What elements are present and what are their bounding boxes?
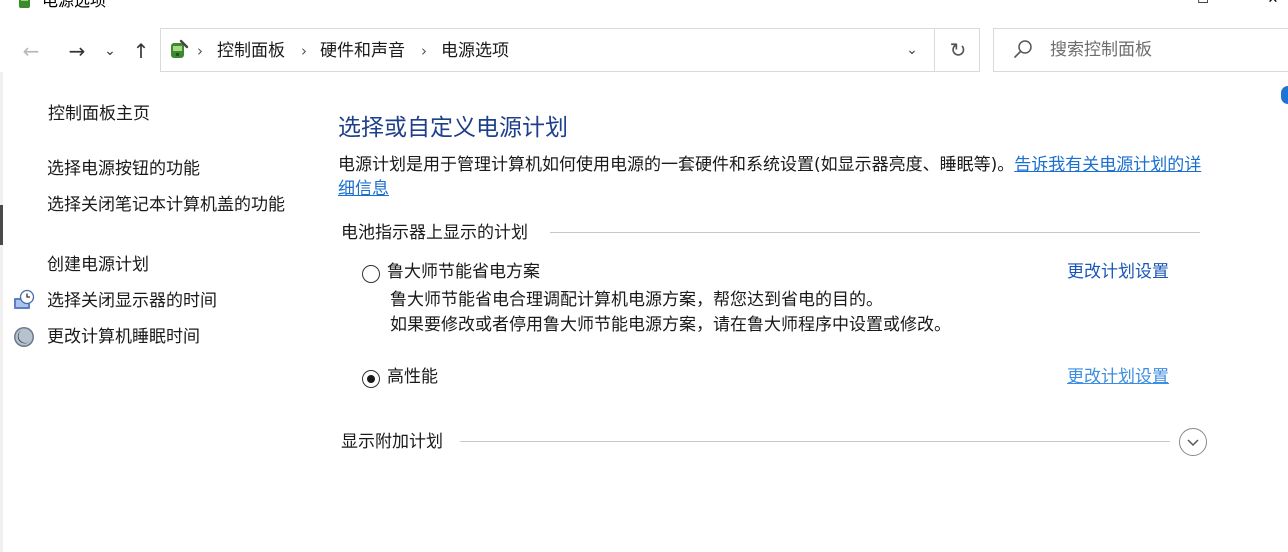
plan-radio-ludashi[interactable]	[362, 265, 380, 283]
sidebar-item-sleep-time[interactable]: 更改计算机睡眠时间	[47, 325, 200, 349]
plan-name-ludashi[interactable]: 鲁大师节能省电方案	[387, 260, 540, 284]
sidebar-item-lid-close[interactable]: 选择关闭笔记本计算机盖的功能	[47, 193, 297, 217]
recent-locations-button[interactable]: ⌄	[98, 36, 122, 66]
moon-icon	[14, 327, 34, 347]
forward-button[interactable]: →	[62, 36, 92, 66]
power-options-icon	[19, 0, 30, 8]
monitor-clock-icon	[14, 289, 35, 309]
breadcrumb-separator: ›	[421, 42, 427, 60]
chevron-down-icon	[1187, 439, 1199, 447]
search-icon	[1014, 40, 1032, 58]
close-button[interactable]: ✕	[1250, 0, 1288, 8]
maximize-button[interactable]: ☐	[1180, 0, 1226, 8]
control-panel-icon	[171, 39, 189, 58]
group-divider	[550, 232, 1200, 233]
title-bar: 电源选项 — ☐ ✕	[0, 0, 1288, 12]
sidebar-home-link[interactable]: 控制面板主页	[48, 102, 150, 126]
window-frame-mark	[0, 205, 3, 245]
change-plan-settings-link[interactable]: 更改计划设置	[1067, 365, 1169, 389]
page-description: 电源计划是用于管理计算机如何使用电源的一套硬件和系统设置(如显示器亮度、睡眠等)…	[338, 153, 1208, 201]
extra-plans-heading[interactable]: 显示附加计划	[341, 430, 453, 454]
plan-description-line: 鲁大师节能省电合理调配计算机电源方案，帮您达到省电的目的。	[390, 290, 883, 310]
breadcrumb-power-options[interactable]: 电源选项	[441, 39, 509, 63]
minimize-button[interactable]: —	[1110, 0, 1156, 8]
sidebar-item-create-plan[interactable]: 创建电源计划	[47, 253, 149, 277]
plan-name-high-performance[interactable]: 高性能	[387, 365, 438, 389]
plan-radio-high-performance[interactable]	[362, 370, 380, 388]
breadcrumb-control-panel[interactable]: 控制面板	[217, 39, 285, 63]
sidebar-item-display-off[interactable]: 选择关闭显示器的时间	[47, 289, 217, 313]
sidebar-item-power-button[interactable]: 选择电源按钮的功能	[47, 157, 200, 181]
breadcrumb-separator: ›	[301, 42, 307, 60]
up-button[interactable]: ↑	[126, 36, 156, 66]
window-frame-edge	[0, 72, 3, 552]
back-button[interactable]: ←	[16, 36, 46, 66]
change-plan-settings-link[interactable]: 更改计划设置	[1067, 260, 1169, 284]
breadcrumb-separator: ›	[197, 42, 203, 60]
help-badge[interactable]	[1281, 86, 1288, 104]
refresh-button[interactable]: ↻	[942, 36, 974, 64]
description-text: 电源计划是用于管理计算机如何使用电源的一套硬件和系统设置(如显示器亮度、睡眠等)…	[338, 155, 1015, 175]
search-input[interactable]	[1050, 37, 1270, 63]
breadcrumb-hardware-sound[interactable]: 硬件和声音	[320, 39, 405, 63]
address-dropdown-button[interactable]: ⌄	[898, 36, 926, 64]
window-title: 电源选项	[42, 0, 107, 10]
page-title: 选择或自定义电源计划	[338, 115, 568, 141]
expand-extra-plans-button[interactable]	[1179, 428, 1207, 456]
battery-plans-heading: 电池指示器上显示的计划	[341, 221, 538, 245]
plan-description-line: 如果要修改或者停用鲁大师节能电源方案，请在鲁大师程序中设置或修改。	[390, 315, 951, 335]
address-divider	[934, 29, 935, 71]
extra-plans-divider	[460, 441, 1170, 442]
